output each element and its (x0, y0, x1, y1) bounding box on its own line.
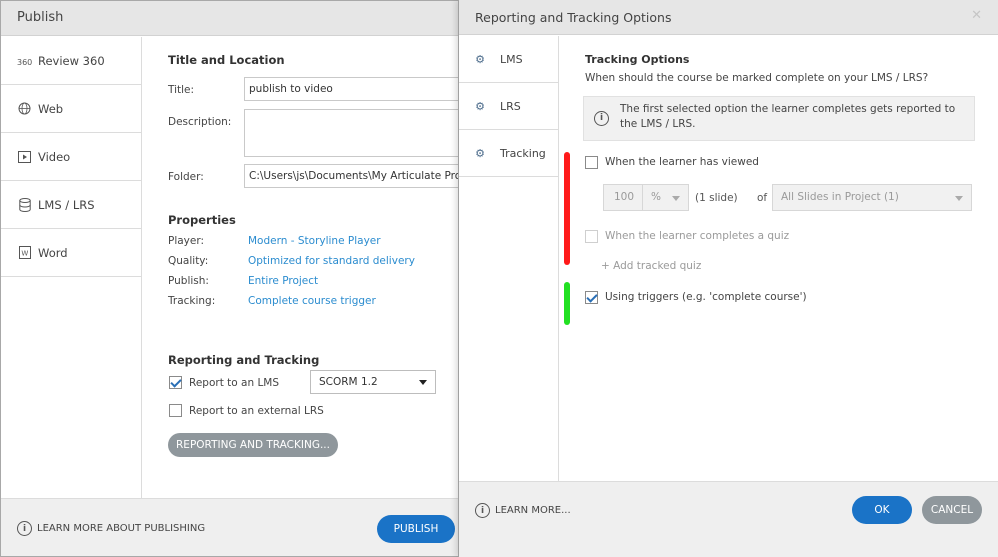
tracking-link[interactable]: Complete course trigger (248, 295, 376, 307)
sidebar-item-review-360[interactable]: 360 Review 360 (1, 37, 141, 85)
add-tracked-quiz-link[interactable]: + Add tracked quiz (601, 260, 701, 272)
sidebar-item-label: Web (38, 101, 64, 116)
dialog-sidebar: ⚙ LMS ⚙ LRS ⚙ Tracking (459, 36, 559, 481)
sidebar-item-video[interactable]: Video (1, 133, 141, 181)
dialog-title: Reporting and Tracking Options (475, 10, 672, 25)
svg-text:360: 360 (17, 58, 32, 67)
report-lrs-checkbox[interactable] (169, 404, 182, 417)
gear-icon: ⚙ (475, 52, 485, 66)
quality-label: Quality: (168, 255, 209, 267)
tracking-label: Tracking: (168, 295, 216, 307)
tab-label: LRS (500, 99, 521, 113)
tab-label: LMS (500, 52, 523, 66)
viewed-checkbox[interactable] (585, 156, 598, 169)
sidebar-item-label: Word (38, 245, 68, 260)
gear-icon: ⚙ (475, 146, 485, 160)
viewed-scope-value: All Slides in Project (1) (781, 191, 899, 203)
sidebar-item-lms-lrs[interactable]: LMS / LRS (1, 181, 141, 229)
tracking-question: When should the course be marked complet… (585, 72, 929, 84)
tab-lrs[interactable]: ⚙ LRS (459, 83, 558, 130)
tab-lms[interactable]: ⚙ LMS (459, 36, 558, 83)
title-label: Title: (168, 84, 195, 96)
triggers-label: Using triggers (e.g. 'complete course') (605, 291, 807, 303)
title-input[interactable]: publish to video (244, 77, 460, 101)
publish-scope-link[interactable]: Entire Project (248, 275, 318, 287)
sidebar-item-label: LMS / LRS (38, 197, 95, 212)
learn-more-link[interactable]: LEARN MORE... (495, 505, 571, 516)
chevron-down-icon (419, 380, 427, 385)
description-label: Description: (168, 116, 232, 128)
lms-standard-value: SCORM 1.2 (319, 376, 378, 388)
chevron-down-icon (955, 196, 963, 201)
tracking-options-heading: Tracking Options (585, 53, 690, 66)
info-message-text: The first selected option the learner co… (620, 103, 956, 130)
folder-input[interactable]: C:\Users\js\Documents\My Articulate Proj… (244, 164, 460, 188)
reporting-and-tracking-button[interactable]: REPORTING AND TRACKING... (168, 433, 338, 457)
triggers-checkbox[interactable] (585, 291, 598, 304)
viewed-unit-select[interactable]: % (642, 184, 689, 211)
viewed-unit-value: % (651, 191, 661, 203)
report-lrs-label: Report to an external LRS (189, 405, 324, 417)
tab-tracking[interactable]: ⚙ Tracking (459, 130, 558, 177)
gear-icon: ⚙ (475, 99, 485, 113)
dialog-footer: i LEARN MORE... OK CANCEL (459, 481, 998, 557)
player-link[interactable]: Modern - Storyline Player (248, 235, 381, 247)
folder-label: Folder: (168, 171, 204, 183)
properties-heading: Properties (168, 213, 236, 227)
viewed-label: When the learner has viewed (605, 156, 759, 168)
info-icon: i (594, 111, 609, 126)
tab-label: Tracking (500, 146, 546, 160)
quality-link[interactable]: Optimized for standard delivery (248, 255, 415, 267)
description-input[interactable] (244, 109, 460, 157)
chevron-down-icon (672, 196, 680, 201)
viewed-slide-count: (1 slide) (695, 192, 738, 204)
dialog-titlebar: Reporting and Tracking Options (459, 0, 998, 35)
database-icon (17, 197, 32, 212)
lms-standard-select[interactable]: SCORM 1.2 (310, 370, 436, 394)
review-360-icon: 360 (17, 53, 32, 68)
tracking-options-panel: Tracking Options When should the course … (559, 36, 998, 481)
red-annotation-marker (564, 152, 570, 265)
word-doc-icon: W (17, 245, 32, 260)
of-label: of (757, 192, 768, 204)
publish-main-panel: Title and Location Title: publish to vid… (142, 37, 460, 498)
viewed-scope-select[interactable]: All Slides in Project (1) (772, 184, 972, 211)
sidebar-item-word[interactable]: W Word (1, 229, 141, 277)
learn-more-publishing-link[interactable]: LEARN MORE ABOUT PUBLISHING (37, 523, 205, 534)
green-annotation-marker (564, 282, 570, 325)
report-lms-label: Report to an LMS (189, 377, 280, 389)
info-icon: i (17, 521, 32, 536)
reporting-heading: Reporting and Tracking (168, 353, 320, 367)
report-lms-checkbox[interactable] (169, 376, 182, 389)
info-message: i The first selected option the learner … (583, 96, 975, 141)
player-label: Player: (168, 235, 205, 247)
sidebar-item-web[interactable]: Web (1, 85, 141, 133)
svg-text:W: W (21, 250, 28, 258)
title-location-heading: Title and Location (168, 53, 285, 67)
close-icon[interactable]: ✕ (971, 8, 982, 23)
reporting-tracking-dialog: Reporting and Tracking Options ✕ ⚙ LMS ⚙… (458, 0, 998, 557)
viewed-amount-input[interactable]: 100 (603, 184, 643, 211)
quiz-label: When the learner completes a quiz (605, 230, 790, 242)
publish-window-title: Publish (17, 10, 64, 25)
ok-button[interactable]: OK (852, 496, 912, 524)
publish-scope-label: Publish: (168, 275, 209, 287)
sidebar-item-label: Video (38, 149, 71, 164)
publish-button[interactable]: PUBLISH (377, 515, 455, 543)
video-icon (17, 149, 32, 164)
publish-sidebar: 360 Review 360 Web Video LMS / LRS W Wor… (1, 37, 142, 498)
sidebar-item-label: Review 360 (38, 53, 105, 68)
info-icon: i (475, 503, 490, 518)
cancel-button[interactable]: CANCEL (922, 496, 982, 524)
quiz-checkbox[interactable] (585, 230, 598, 243)
globe-icon (17, 101, 32, 116)
